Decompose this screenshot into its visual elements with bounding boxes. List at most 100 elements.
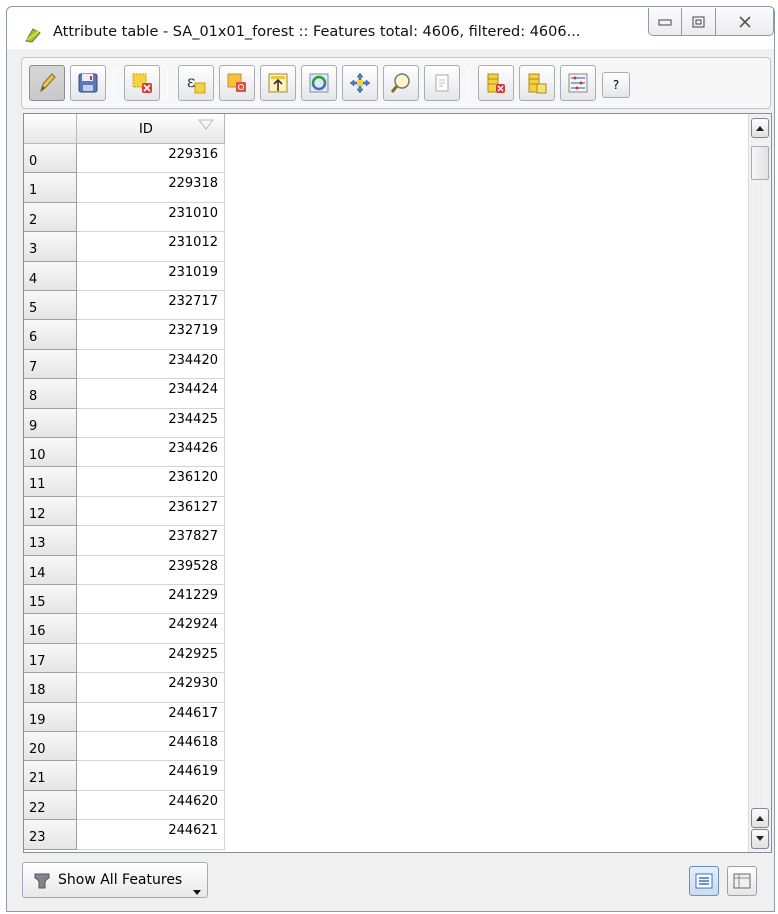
table-row[interactable]: 12 236127 (24, 496, 226, 527)
id-cell[interactable]: 244619 (77, 761, 225, 791)
row-header[interactable]: 13 (24, 526, 77, 556)
id-cell[interactable]: 244620 (77, 790, 225, 821)
column-header-id[interactable]: ID (77, 114, 225, 144)
table-row[interactable]: 13 237827 (24, 526, 226, 556)
row-header[interactable]: 22 (24, 790, 77, 821)
table-row[interactable]: 19 244617 (24, 702, 226, 732)
table-row[interactable]: 4 231019 (24, 261, 226, 291)
select-by-expression-button[interactable]: ε (178, 65, 214, 101)
zoom-to-selected-button[interactable] (383, 65, 419, 101)
table-row[interactable]: 1 229318 (24, 173, 226, 203)
save-edits-button[interactable] (70, 65, 106, 101)
id-cell[interactable]: 231012 (77, 232, 225, 262)
id-cell[interactable]: 241229 (77, 585, 225, 615)
table-row[interactable]: 8 234424 (24, 379, 226, 409)
vertical-scrollbar[interactable] (748, 114, 771, 852)
table-corner-button[interactable] (24, 114, 77, 144)
row-header[interactable]: 1 (24, 173, 77, 203)
new-column-button[interactable] (519, 65, 555, 101)
pan-to-selected-button[interactable] (342, 65, 378, 101)
delete-selected-button[interactable] (124, 65, 160, 101)
table-row[interactable]: 21 244619 (24, 761, 226, 791)
table-row[interactable]: 10 234426 (24, 438, 226, 468)
row-header[interactable]: 20 (24, 732, 77, 762)
id-cell[interactable]: 231019 (77, 261, 225, 291)
table-row[interactable]: 16 242924 (24, 614, 226, 644)
id-cell[interactable]: 239528 (77, 555, 225, 585)
id-cell[interactable]: 244621 (77, 820, 225, 850)
maximize-button[interactable] (682, 8, 716, 36)
row-header[interactable]: 3 (24, 232, 77, 262)
row-header[interactable]: 5 (24, 291, 77, 321)
table-row[interactable]: 11 236120 (24, 467, 226, 497)
table-row[interactable]: 20 244618 (24, 732, 226, 762)
table-row[interactable]: 18 242930 (24, 673, 226, 703)
table-row[interactable]: 3 231012 (24, 232, 226, 262)
table-row[interactable]: 9 234425 (24, 408, 226, 438)
row-header[interactable]: 12 (24, 496, 77, 527)
table-row[interactable]: 7 234420 (24, 349, 226, 380)
id-cell[interactable]: 231010 (77, 202, 225, 233)
show-all-features-button[interactable]: Show All Features (22, 862, 208, 898)
row-header[interactable]: 18 (24, 673, 77, 703)
id-cell[interactable]: 232717 (77, 291, 225, 321)
table-row[interactable]: 14 239528 (24, 555, 226, 585)
attribute-table-grid[interactable]: ID 0 229316 1 229318 2 231010 3 231012 4 231019 5 2… (23, 113, 772, 853)
id-cell[interactable]: 244617 (77, 702, 225, 732)
id-cell[interactable]: 242925 (77, 643, 225, 674)
row-header[interactable]: 7 (24, 349, 77, 380)
table-row[interactable]: 22 244620 (24, 790, 226, 821)
id-cell[interactable]: 234420 (77, 349, 225, 380)
row-header[interactable]: 4 (24, 261, 77, 291)
row-header[interactable]: 9 (24, 408, 77, 438)
id-cell[interactable]: 237827 (77, 526, 225, 556)
row-header[interactable]: 15 (24, 585, 77, 615)
help-button[interactable]: ? (602, 72, 630, 98)
field-calculator-button[interactable] (560, 65, 596, 101)
table-row[interactable]: 2 231010 (24, 202, 226, 233)
id-cell[interactable]: 242930 (77, 673, 225, 703)
table-row[interactable]: 15 241229 (24, 585, 226, 615)
minimize-button[interactable] (648, 8, 682, 36)
table-row[interactable]: 17 242925 (24, 643, 226, 674)
table-view-button[interactable] (689, 866, 719, 896)
row-header[interactable]: 19 (24, 702, 77, 732)
toggle-editing-button[interactable] (29, 65, 65, 101)
deselect-all-button[interactable] (219, 65, 255, 101)
id-cell[interactable]: 242924 (77, 614, 225, 644)
row-header[interactable]: 6 (24, 320, 77, 350)
row-header[interactable]: 21 (24, 761, 77, 791)
title-bar[interactable]: Attribute table - SA_01x01_forest :: Fea… (7, 7, 774, 49)
id-cell[interactable]: 236120 (77, 467, 225, 497)
row-header[interactable]: 2 (24, 202, 77, 233)
row-header[interactable]: 23 (24, 820, 77, 850)
move-selection-to-top-button[interactable] (260, 65, 296, 101)
row-header[interactable]: 0 (24, 144, 77, 174)
id-cell[interactable]: 234425 (77, 408, 225, 438)
row-header[interactable]: 11 (24, 467, 77, 497)
id-cell[interactable]: 234426 (77, 438, 225, 468)
id-cell[interactable]: 234424 (77, 379, 225, 409)
id-cell[interactable]: 244618 (77, 732, 225, 762)
table-row[interactable]: 6 232719 (24, 320, 226, 350)
table-row[interactable]: 0 229316 (24, 144, 226, 174)
scroll-thumb[interactable] (751, 146, 769, 180)
id-cell[interactable]: 229318 (77, 173, 225, 203)
scroll-up-button[interactable] (751, 118, 769, 138)
scroll-down-button[interactable] (751, 829, 769, 849)
id-cell[interactable]: 229316 (77, 144, 225, 174)
id-cell[interactable]: 236127 (77, 496, 225, 527)
invert-selection-button[interactable] (301, 65, 337, 101)
row-header[interactable]: 10 (24, 438, 77, 468)
table-row[interactable]: 23 244621 (24, 820, 226, 850)
row-header[interactable]: 17 (24, 643, 77, 674)
copy-selected-button[interactable] (424, 65, 460, 101)
delete-column-button[interactable] (478, 65, 514, 101)
table-row[interactable]: 5 232717 (24, 291, 226, 321)
id-cell[interactable]: 232719 (77, 320, 225, 350)
close-button[interactable] (716, 8, 774, 36)
row-header[interactable]: 16 (24, 614, 77, 644)
row-header[interactable]: 14 (24, 555, 77, 585)
form-view-button[interactable] (727, 866, 757, 896)
row-header[interactable]: 8 (24, 379, 77, 409)
